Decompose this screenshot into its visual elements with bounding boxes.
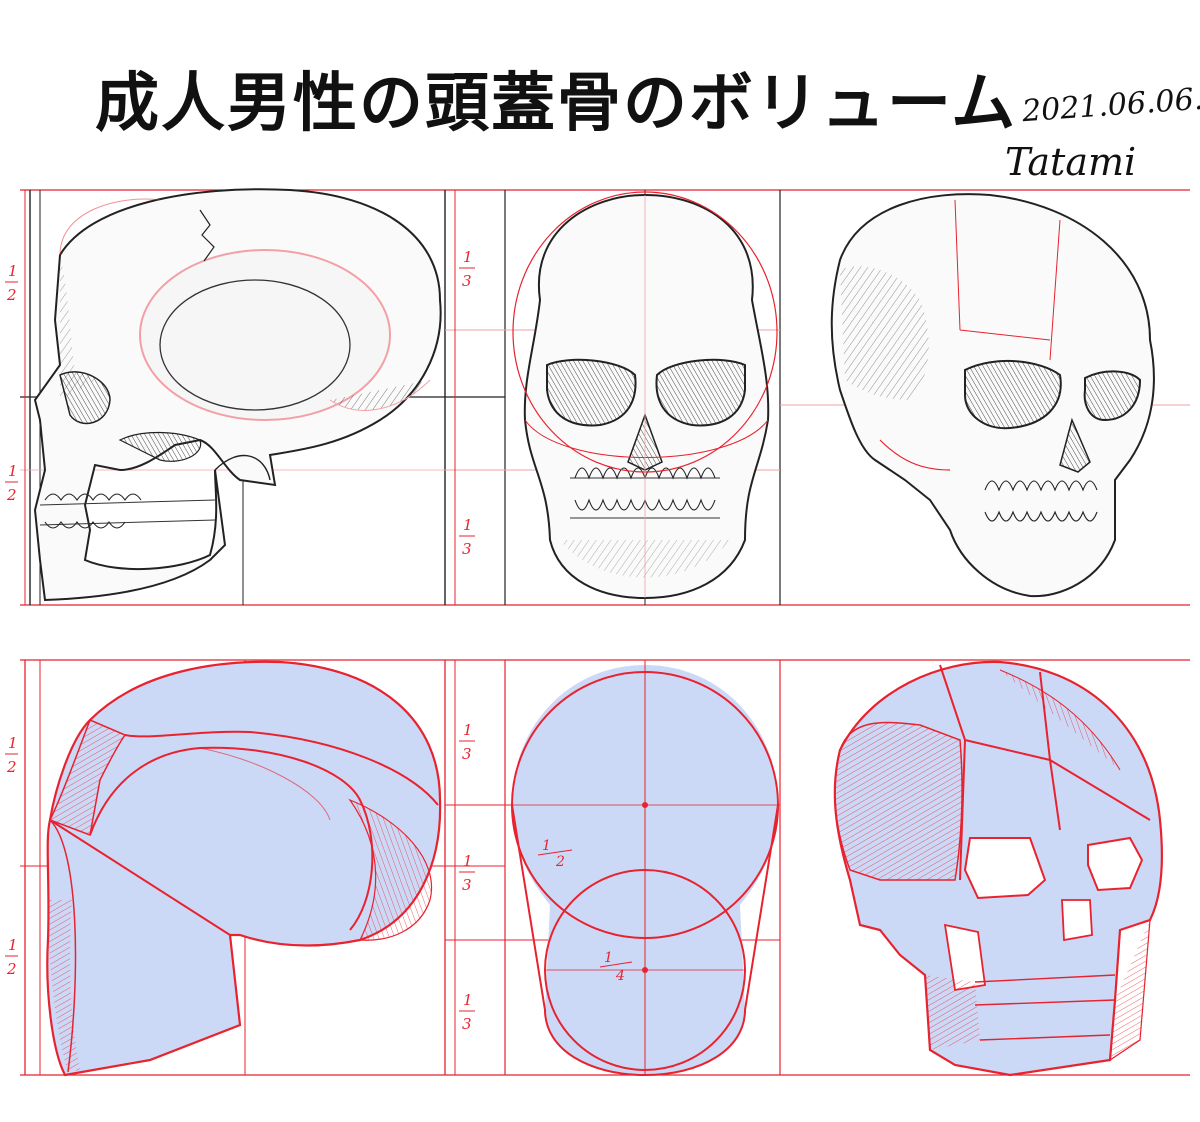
label-bottom-left-half-upper: 1 2: [5, 734, 18, 776]
svg-text:3: 3: [462, 876, 472, 894]
svg-text:1: 1: [463, 516, 473, 534]
svg-text:1: 1: [604, 950, 613, 966]
label-bottom-middle-third-2: 1 3: [459, 852, 475, 894]
label-top-left-half-upper: 1 2: [5, 262, 18, 304]
svg-text:2: 2: [6, 758, 17, 776]
svg-text:3: 3: [462, 1015, 472, 1033]
svg-text:2: 2: [6, 960, 17, 978]
label-bottom-left-half-lower: 1 2: [5, 936, 18, 978]
front-volume-diagram: [511, 665, 779, 1077]
svg-text:1: 1: [463, 248, 473, 266]
svg-text:3: 3: [462, 272, 472, 290]
three-quarter-volume-diagram: [833, 660, 1164, 1077]
side-volume-diagram: [46, 660, 442, 1077]
illustration-canvas: 1 2 1 2 1 3 1 3 1 2 1 2 1 3 1 3 1 3 1 2 …: [5, 188, 1190, 1077]
skull-front-sketch: [512, 191, 778, 600]
label-top-left-half-lower: 1 2: [5, 462, 18, 504]
svg-text:1: 1: [463, 991, 473, 1009]
svg-text:2: 2: [555, 854, 565, 870]
svg-text:2: 2: [6, 486, 17, 504]
svg-text:1: 1: [463, 721, 473, 739]
skull-side-sketch: [33, 188, 442, 602]
label-top-middle-third-lower: 1 3: [459, 516, 475, 558]
svg-text:1: 1: [8, 936, 18, 954]
svg-text:2: 2: [6, 286, 17, 304]
svg-text:1: 1: [8, 462, 18, 480]
label-bottom-middle-third-1: 1 3: [459, 721, 475, 763]
svg-text:1: 1: [8, 734, 18, 752]
svg-text:3: 3: [462, 745, 472, 763]
skull-three-quarter-sketch: [830, 193, 1155, 598]
label-top-middle-third-upper: 1 3: [459, 248, 475, 290]
svg-text:1: 1: [542, 838, 551, 854]
svg-text:1: 1: [463, 852, 473, 870]
label-bottom-middle-third-3: 1 3: [459, 991, 475, 1033]
svg-text:4: 4: [615, 968, 625, 984]
svg-text:1: 1: [8, 262, 18, 280]
svg-text:3: 3: [462, 540, 472, 558]
